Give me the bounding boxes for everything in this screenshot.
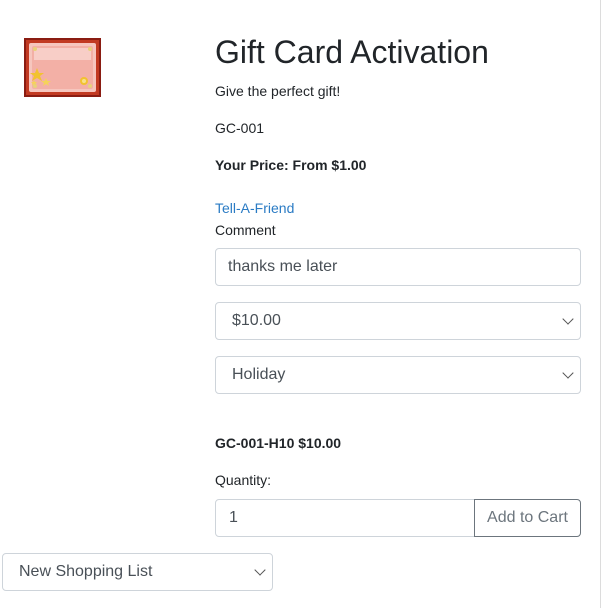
price-label: Your Price: [215, 157, 289, 173]
chevron-down-icon [562, 367, 574, 379]
page-title: Gift Card Activation [215, 34, 489, 70]
gift-card-image [24, 38, 101, 97]
product-description: Give the perfect gift! [215, 83, 341, 99]
product-sku: GC-001 [215, 120, 265, 136]
comment-field[interactable]: thanks me later [215, 248, 581, 286]
design-select[interactable]: Holiday [215, 356, 581, 394]
comment-value: thanks me later [228, 258, 338, 275]
quantity-label: Quantity: [215, 472, 272, 488]
chevron-down-icon [562, 313, 574, 325]
shopping-list-selected-value: New Shopping List [19, 563, 153, 580]
comment-label: Comment [215, 222, 276, 238]
product-price: Your Price: From $1.00 [215, 156, 366, 174]
chevron-down-icon [254, 564, 266, 576]
shopping-list-select[interactable]: New Shopping List [2, 553, 273, 591]
right-edge-divider [600, 0, 601, 608]
design-selected-value: Holiday [232, 366, 286, 383]
quantity-value: 1 [229, 509, 238, 526]
tell-a-friend-link[interactable]: Tell-A-Friend [215, 199, 294, 217]
quantity-field[interactable]: 1 [215, 499, 475, 537]
price-value: From $1.00 [292, 157, 367, 173]
add-to-cart-button[interactable]: Add to Cart [474, 499, 581, 537]
amount-selected-value: $10.00 [232, 312, 281, 329]
amount-select[interactable]: $10.00 [215, 302, 581, 340]
variant-sku-price: GC-001-H10 $10.00 [215, 435, 342, 451]
